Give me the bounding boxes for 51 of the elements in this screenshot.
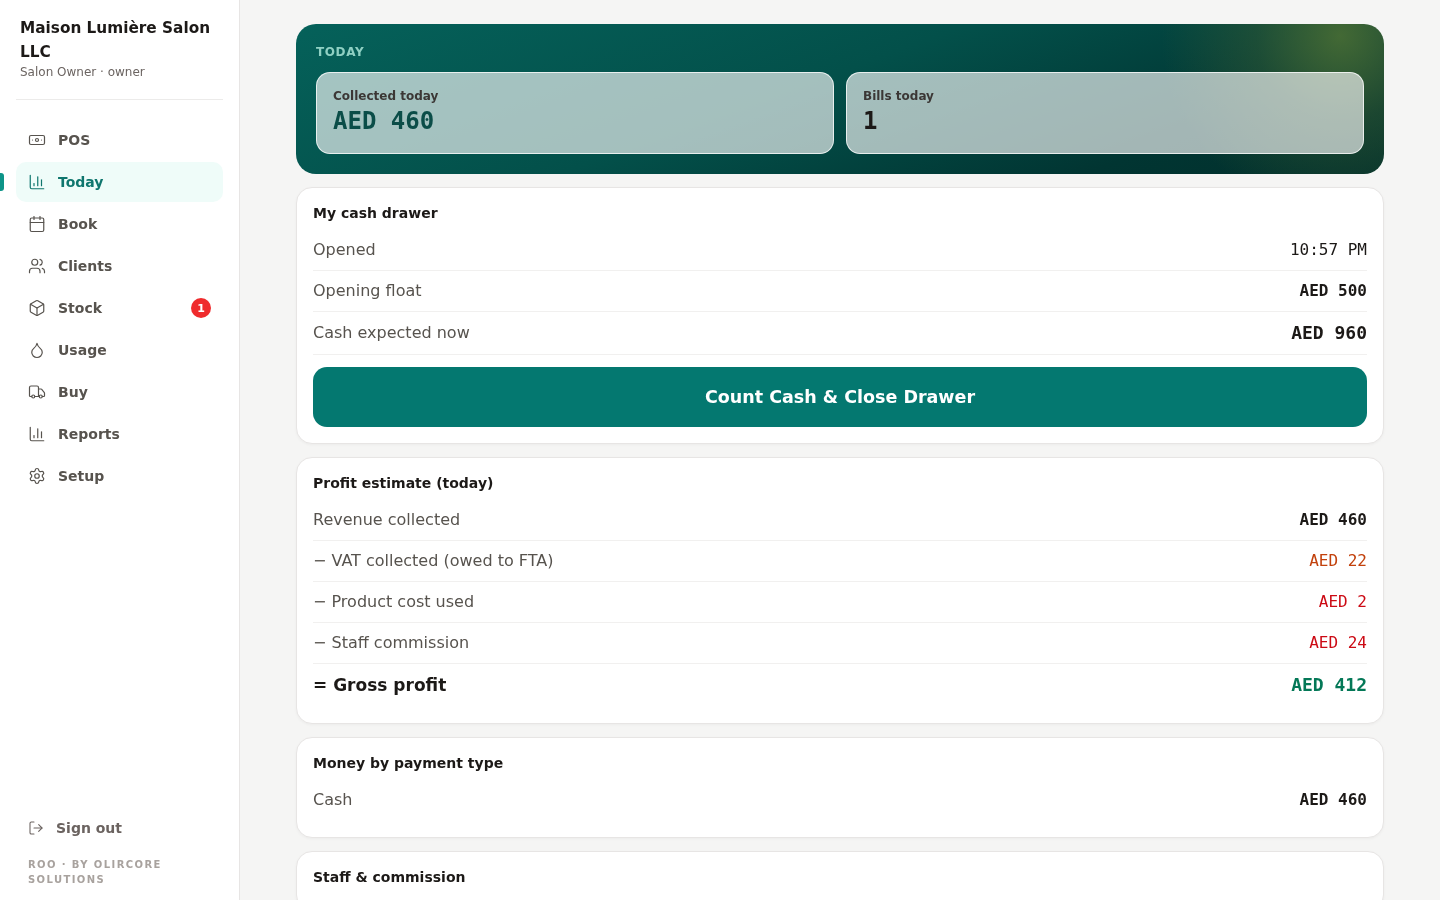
row-value: AED 24 [1309,633,1367,653]
nav-item[interactable]: Usage [16,330,223,370]
bar-chart-icon [28,425,46,443]
stat-value: AED 460 [333,106,436,136]
card-title: Staff & commission [313,868,467,886]
sign-out-icon [28,820,44,836]
stat-label: Bills today [863,88,935,104]
row-value: AED 460 [1299,790,1367,810]
row-label: − Staff commission [313,633,470,653]
people-icon [28,257,46,275]
droplet-icon [28,341,46,359]
stat-label: Collected today [333,88,440,104]
count-badge: 1 [191,298,211,318]
row-label: Opened [313,240,376,260]
close-drawer-button[interactable]: Count Cash & Close Drawer [313,367,1367,427]
card-title: My cash drawer [313,204,439,222]
nav-item[interactable]: POS [16,120,223,160]
card-title: Profit estimate (today) [313,474,495,492]
row-label: Opening float [313,281,422,301]
cube-icon [28,299,46,317]
nav-item[interactable]: Stock 1 [16,288,223,328]
row-label: = Gross profit [313,675,447,695]
footer-credit: ROO · BY OLIRCORE SOLUTIONS [27,858,163,887]
settings-icon [28,467,46,485]
business-name: Maison Lumière Salon LLC [20,18,212,63]
row-label: − Product cost used [313,592,475,612]
row-value: AED 2 [1318,592,1367,612]
row-value: AED 412 [1291,674,1367,696]
active-indicator [0,173,4,191]
nav-item[interactable]: Setup [16,456,223,496]
row-value: AED 500 [1299,281,1367,301]
row-value: AED 460 [1299,510,1367,530]
calendar-icon [28,215,46,233]
row-value: AED 22 [1309,551,1367,571]
stat-value: 1 [863,106,879,136]
truck-icon [28,383,46,401]
row-label: Cash [313,790,353,810]
bar-chart-icon [28,173,46,191]
row-label: − VAT collected (owed to FTA) [313,551,554,571]
user-role: Salon Owner · owner [20,64,146,80]
row-value: AED 960 [1291,322,1367,344]
nav-item[interactable]: Reports [16,414,223,454]
sign-out-button[interactable]: Sign out [16,810,223,846]
row-value: 10:57 PM [1289,240,1367,260]
nav-item[interactable]: Book [16,204,223,244]
row-label: Cash expected now [313,323,470,343]
card-title: Money by payment type [313,754,505,772]
nav-item[interactable]: Clients [16,246,223,286]
nav-item[interactable]: Buy [16,372,223,412]
banner-heading: TODAY [316,44,366,60]
row-label: Revenue collected [313,510,461,530]
